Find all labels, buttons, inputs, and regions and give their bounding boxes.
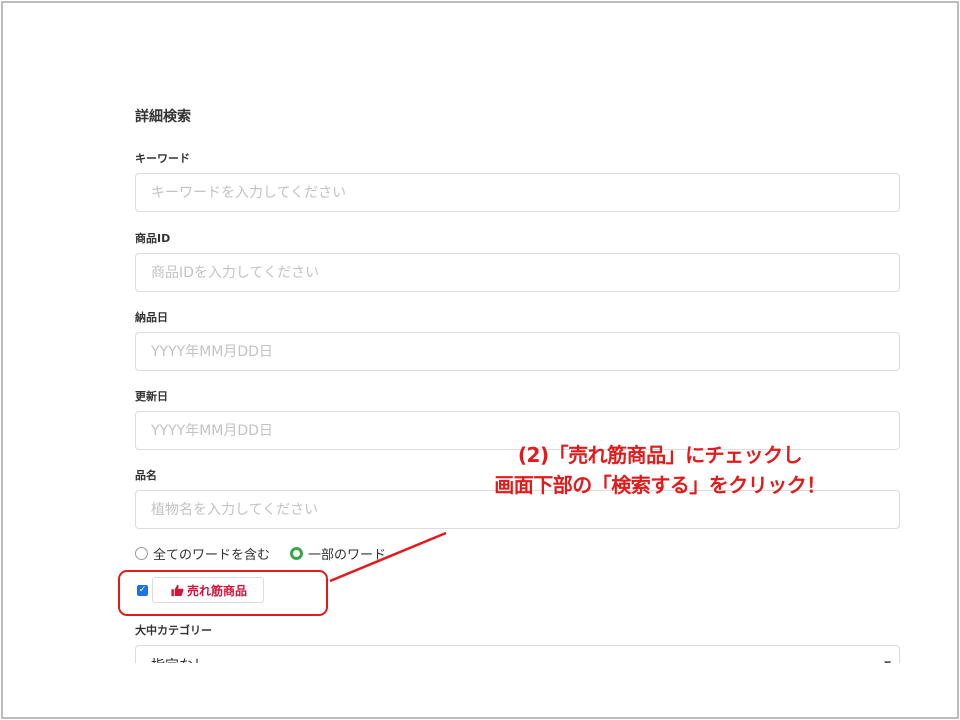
highlight-box: [118, 570, 328, 616]
delivery-date-input[interactable]: [135, 332, 900, 371]
category-label: 大中カテゴリー: [135, 624, 212, 637]
match-all-label: 全てのワードを含む: [153, 547, 271, 563]
category-value: 指定なし: [151, 655, 207, 664]
match-partial-radio[interactable]: 一部のワード: [290, 544, 386, 563]
delivery-date-label: 納品日: [135, 311, 168, 324]
section-title: 詳細検索: [135, 109, 191, 125]
annotation-line-1: (2)「売れ筋商品」にチェックし: [517, 443, 803, 467]
product-name-label: 品名: [135, 469, 157, 482]
category-select[interactable]: 指定なし ▼: [135, 645, 900, 663]
updated-date-label: 更新日: [135, 390, 168, 403]
product-id-label: 商品ID: [135, 232, 171, 245]
match-mode-group: 全てのワードを含む 一部のワード: [135, 543, 406, 563]
keyword-label: キーワード: [135, 152, 190, 165]
match-partial-label: 一部のワード: [308, 547, 387, 563]
keyword-input[interactable]: [135, 173, 900, 212]
radio-checked-icon[interactable]: [290, 546, 304, 560]
instruction-annotation: (2)「売れ筋商品」にチェックし 画面下部の「検索する」をクリック！: [440, 440, 880, 500]
annotation-line-2: 画面下部の「検索する」をクリック！: [494, 473, 826, 497]
product-id-input[interactable]: [135, 253, 900, 292]
match-all-radio[interactable]: 全てのワードを含む: [135, 544, 270, 563]
search-form: 詳細検索 キーワード 商品ID 納品日 更新日 品名 全てのワードを含む 一部の…: [3, 3, 957, 663]
radio-unchecked-icon[interactable]: [135, 546, 148, 560]
chevron-down-icon: ▼: [884, 660, 891, 663]
